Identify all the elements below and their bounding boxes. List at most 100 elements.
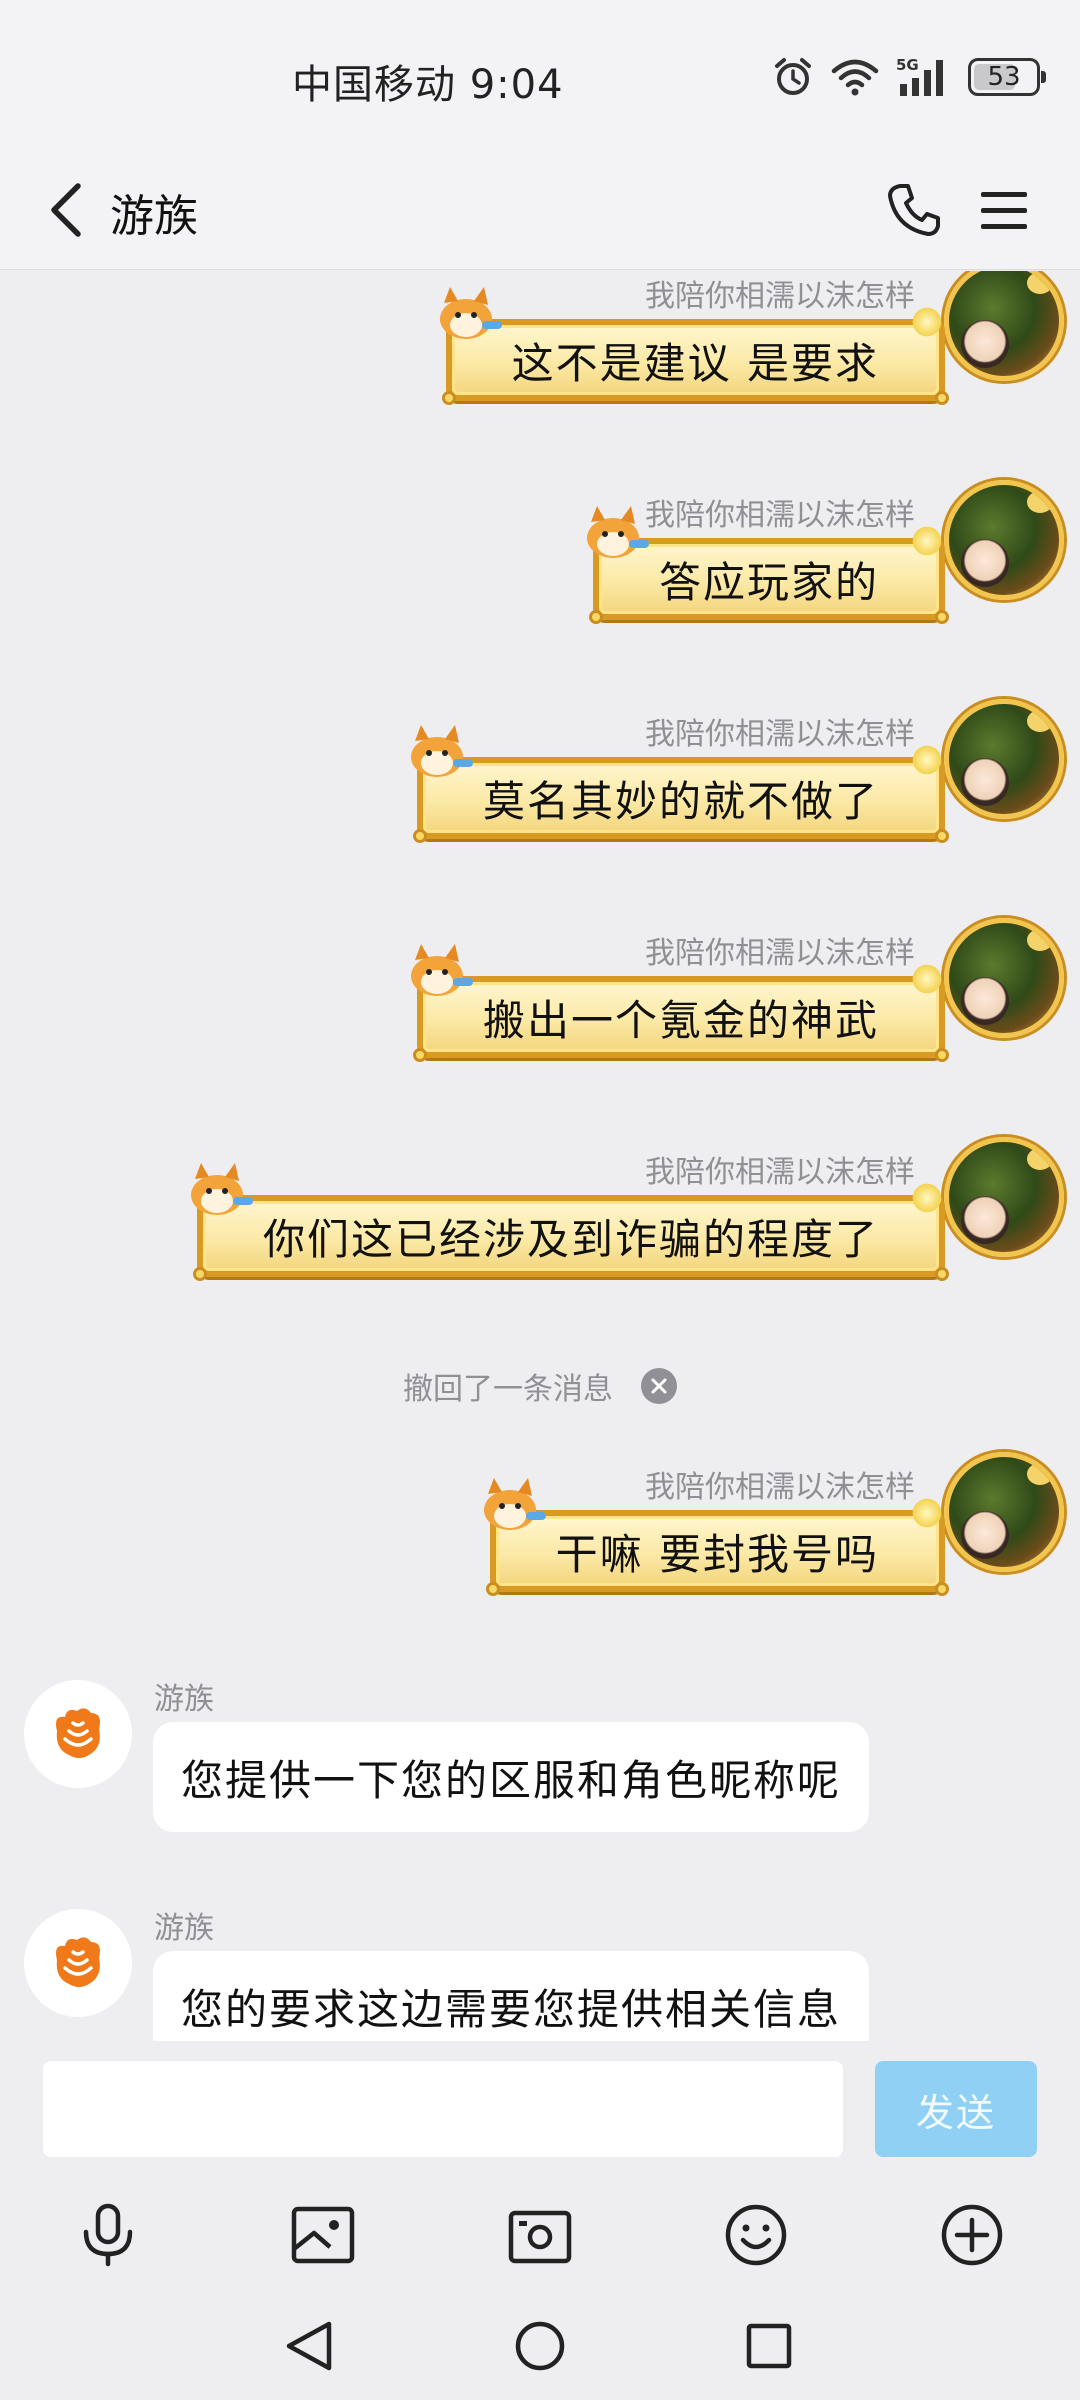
message-text: 干嘛 要封我号吗 [555, 1529, 879, 1579]
scroll-corner [412, 1048, 427, 1062]
wifi-icon [831, 59, 879, 96]
message-text: 您提供一下您的区服和角色昵称呢 [181, 1755, 842, 1805]
close-icon [651, 1378, 667, 1394]
scroll-corner [935, 1048, 949, 1062]
send-button[interactable]: 发送 [875, 2061, 1037, 2157]
image-icon [291, 2206, 355, 2264]
message-bubble[interactable]: 搬出一个氪金的神武 [410, 944, 949, 1062]
user-avatar[interactable] [944, 271, 1064, 381]
message-text: 您的要求这边需要您提供相关信息 [181, 1984, 842, 2034]
scroll-corner [412, 829, 427, 843]
youzu-logo-icon [56, 1937, 100, 1987]
message-bubble[interactable]: 你们这已经涉及到诈骗的程度了 [190, 1163, 949, 1281]
voice-button[interactable] [62, 2189, 154, 2281]
input-bar: 发送 [0, 2041, 1080, 2181]
pet-decoration-icon [410, 725, 473, 777]
input-toolbar [0, 2181, 1080, 2291]
message-sender: 我陪你相濡以沫怎样 [645, 717, 915, 752]
youzu-avatar[interactable] [24, 1680, 132, 1788]
emoji-icon [725, 2204, 787, 2266]
dismiss-recall-button[interactable] [641, 1368, 677, 1404]
scroll-corner [588, 610, 603, 624]
more-button[interactable] [926, 2189, 1018, 2281]
carrier-time: 中国移动 9:04 [292, 62, 564, 108]
nav-home-button[interactable] [495, 2301, 585, 2391]
network-label: 5G [896, 56, 919, 74]
status-icons: 5G 53 [772, 54, 1046, 100]
sparkle-decoration [909, 307, 945, 337]
message-bubble[interactable]: 您的要求这边需要您提供相关信息 [153, 1951, 870, 2041]
alarm-icon [775, 58, 811, 95]
message-sender: 游族 [154, 1911, 214, 1946]
sparkle-decoration [909, 1183, 945, 1213]
scroll-corner [935, 829, 949, 843]
chat-header: 游族 [0, 150, 1080, 270]
sparkle-decoration [909, 964, 945, 994]
sparkle-decoration [909, 1498, 945, 1528]
message-input[interactable] [43, 2061, 843, 2157]
scroll-corner [485, 1582, 500, 1596]
pet-decoration-icon [483, 1478, 546, 1530]
camera-icon [508, 2210, 572, 2264]
recents-square-icon [746, 2323, 792, 2369]
user-avatar[interactable] [944, 1137, 1064, 1257]
message-text: 搬出一个氪金的神武 [482, 995, 879, 1045]
message-bubble[interactable]: 您提供一下您的区服和角色昵称呢 [153, 1722, 870, 1832]
message-text: 莫名其妙的就不做了 [482, 776, 879, 826]
back-button[interactable] [28, 172, 104, 248]
plus-icon [941, 2204, 1003, 2266]
message-sender: 我陪你相濡以沫怎样 [645, 936, 915, 971]
status-bar: 中国移动 9:04 5G 53 [0, 0, 1080, 150]
message-bubble[interactable]: 答应玩家的 [586, 506, 949, 624]
scroll-corner [935, 1267, 949, 1281]
chevron-left-icon [51, 183, 81, 237]
message-sender: 游族 [154, 1682, 214, 1717]
sparkle-decoration [909, 526, 945, 556]
system-nav-bar [0, 2291, 1080, 2400]
sparkle-decoration [909, 745, 945, 775]
signal-icon: 5G [896, 56, 943, 96]
message-sender: 我陪你相濡以沫怎样 [645, 279, 915, 314]
hamburger-menu-icon [981, 192, 1027, 229]
youzu-avatar[interactable] [24, 1909, 132, 2017]
microphone-icon [83, 2203, 133, 2267]
emoji-button[interactable] [710, 2189, 802, 2281]
pet-decoration-icon [586, 506, 649, 558]
message-sender: 我陪你相濡以沫怎样 [645, 1155, 915, 1190]
youzu-logo-icon [56, 1708, 100, 1758]
phone-icon [888, 184, 940, 236]
camera-button[interactable] [494, 2189, 586, 2281]
recall-notice: 撤回了一条消息 [0, 1361, 1080, 1411]
scroll-corner [935, 391, 949, 405]
scroll-corner [441, 391, 456, 405]
photo-button[interactable] [277, 2189, 369, 2281]
pet-decoration-icon [439, 287, 502, 339]
message-bubble[interactable]: 这不是建议 是要求 [439, 287, 949, 405]
message-sender: 我陪你相濡以沫怎样 [645, 498, 915, 533]
user-avatar[interactable] [944, 480, 1064, 600]
message-text: 你们这已经涉及到诈骗的程度了 [262, 1214, 879, 1264]
back-triangle-icon [286, 2321, 332, 2371]
user-avatar[interactable] [944, 918, 1064, 1038]
user-avatar[interactable] [944, 1452, 1064, 1572]
message-text: 答应玩家的 [658, 557, 879, 607]
pet-decoration-icon [190, 1163, 253, 1215]
nav-back-button[interactable] [264, 2301, 354, 2391]
message-bubble[interactable]: 莫名其妙的就不做了 [410, 725, 949, 843]
menu-button[interactable] [966, 172, 1042, 248]
scroll-corner [935, 1582, 949, 1596]
recall-notice-text: 撤回了一条消息 [403, 1372, 613, 1407]
message-sender: 我陪你相濡以沫怎样 [645, 1470, 915, 1505]
user-avatar[interactable] [944, 699, 1064, 819]
home-circle-icon [515, 2321, 565, 2371]
message-bubble[interactable]: 干嘛 要封我号吗 [483, 1478, 949, 1596]
chat-title: 游族 [110, 191, 198, 242]
message-text: 这不是建议 是要求 [511, 338, 879, 388]
scroll-corner [192, 1267, 207, 1281]
call-button[interactable] [876, 172, 952, 248]
chat-area[interactable]: 我陪你相濡以沫怎样 这不是建议 是要求 我陪你相濡以沫怎样 答应玩家的 我陪你相… [0, 271, 1080, 2041]
nav-recents-button[interactable] [724, 2301, 814, 2391]
battery-level: 53 [987, 62, 1021, 92]
scroll-corner [935, 610, 949, 624]
pet-decoration-icon [410, 944, 473, 996]
